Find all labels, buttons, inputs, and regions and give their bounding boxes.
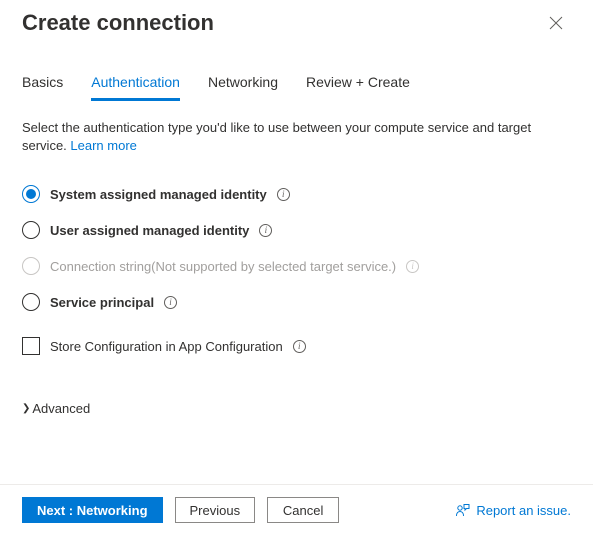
connection-string-note: (Not supported by selected target servic… xyxy=(151,259,396,274)
option-service-principal[interactable]: Service principal i xyxy=(22,293,571,311)
info-icon[interactable]: i xyxy=(406,260,419,273)
close-button[interactable] xyxy=(541,8,571,38)
checkbox-store-config[interactable] xyxy=(22,337,40,355)
report-issue-link[interactable]: Report an issue. xyxy=(456,503,571,518)
option-system-identity[interactable]: System assigned managed identity i xyxy=(22,185,571,203)
person-feedback-icon xyxy=(456,503,470,517)
label-user-identity: User assigned managed identity xyxy=(50,223,249,238)
radio-system-identity[interactable] xyxy=(22,185,40,203)
radio-user-identity[interactable] xyxy=(22,221,40,239)
label-system-identity: System assigned managed identity xyxy=(50,187,267,202)
option-user-identity[interactable]: User assigned managed identity i xyxy=(22,221,571,239)
learn-more-link[interactable]: Learn more xyxy=(70,138,136,153)
tab-networking[interactable]: Networking xyxy=(208,74,278,101)
chevron-right-icon: ❯ xyxy=(22,403,30,414)
store-config-row[interactable]: Store Configuration in App Configuration… xyxy=(0,311,593,355)
tab-description: Select the authentication type you'd lik… xyxy=(0,101,593,155)
previous-button[interactable]: Previous xyxy=(175,497,256,523)
next-button[interactable]: Next : Networking xyxy=(22,497,163,523)
option-connection-string: Connection string(Not supported by selec… xyxy=(22,257,571,275)
radio-service-principal[interactable] xyxy=(22,293,40,311)
auth-options: System assigned managed identity i User … xyxy=(0,155,593,311)
info-icon[interactable]: i xyxy=(293,340,306,353)
info-icon[interactable]: i xyxy=(277,188,290,201)
tab-authentication[interactable]: Authentication xyxy=(91,74,180,101)
report-issue-label: Report an issue. xyxy=(476,503,571,518)
label-connection-string: Connection string(Not supported by selec… xyxy=(50,259,396,274)
footer: Next : Networking Previous Cancel Report… xyxy=(0,485,593,541)
label-service-principal: Service principal xyxy=(50,295,154,310)
tab-bar: Basics Authentication Networking Review … xyxy=(0,38,593,101)
close-icon xyxy=(549,16,563,30)
radio-connection-string xyxy=(22,257,40,275)
tab-review[interactable]: Review + Create xyxy=(306,74,410,101)
label-store-config: Store Configuration in App Configuration xyxy=(50,339,283,354)
advanced-toggle[interactable]: ❯ Advanced xyxy=(0,355,593,416)
tab-basics[interactable]: Basics xyxy=(22,74,63,101)
advanced-label: Advanced xyxy=(32,401,90,416)
info-icon[interactable]: i xyxy=(259,224,272,237)
page-title: Create connection xyxy=(22,10,214,36)
info-icon[interactable]: i xyxy=(164,296,177,309)
cancel-button[interactable]: Cancel xyxy=(267,497,339,523)
